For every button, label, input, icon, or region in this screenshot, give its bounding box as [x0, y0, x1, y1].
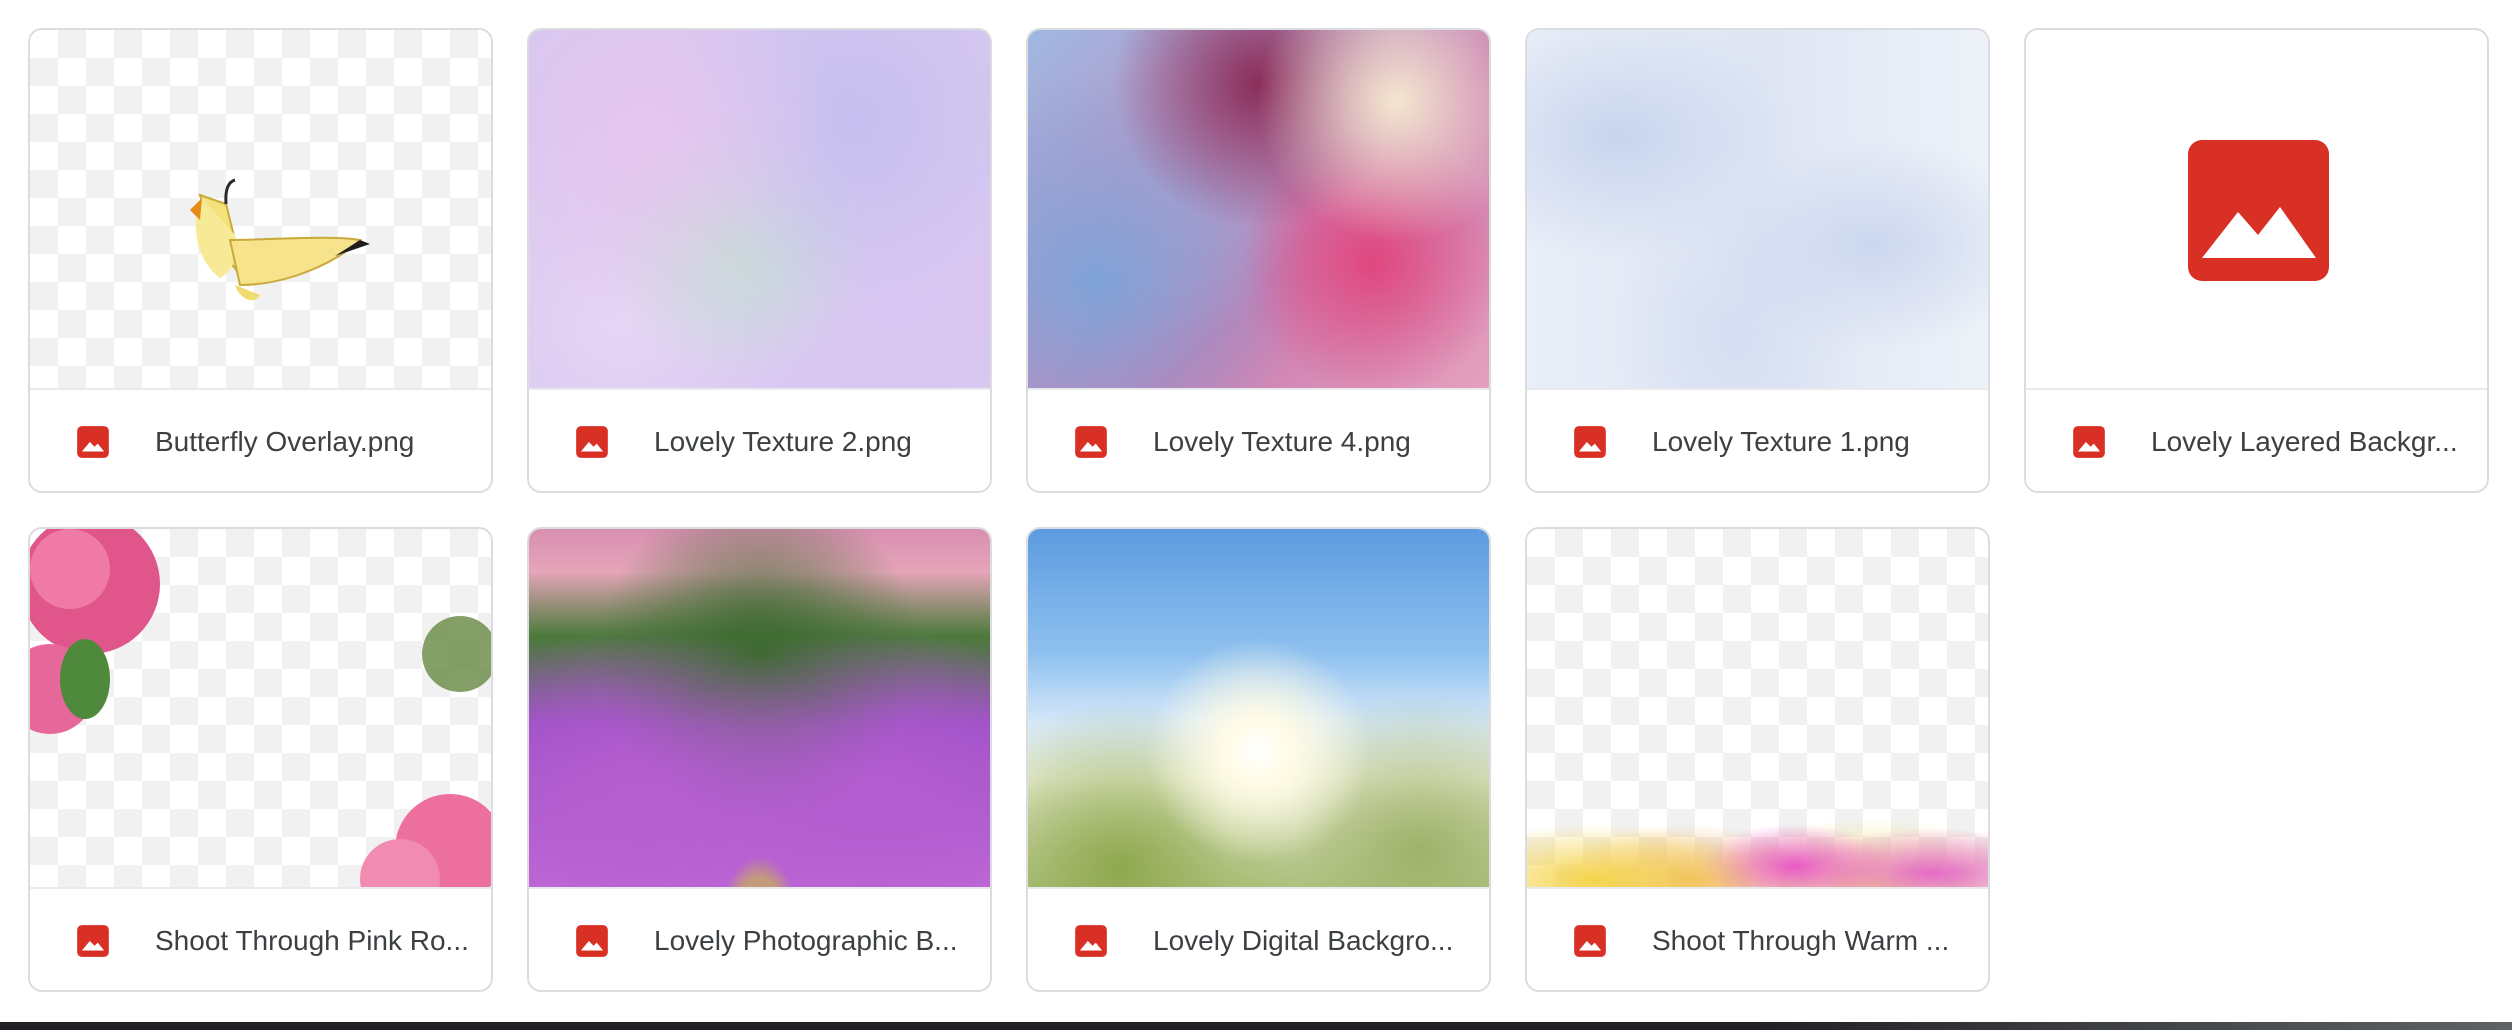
- file-card[interactable]: Lovely Texture 2.png: [527, 28, 992, 493]
- file-footer: Lovely Texture 2.png: [529, 388, 990, 491]
- file-thumbnail: [1028, 529, 1489, 887]
- file-card[interactable]: Lovely Layered Backgr...: [2024, 28, 2489, 493]
- file-thumbnail: [529, 30, 990, 388]
- image-file-icon: [2073, 426, 2105, 458]
- file-thumbnail: [1028, 30, 1489, 388]
- file-footer: Butterfly Overlay.png: [30, 388, 491, 491]
- file-footer: Lovely Texture 1.png: [1527, 388, 1988, 491]
- file-footer: Lovely Digital Backgro...: [1028, 887, 1489, 990]
- image-file-icon: [1075, 426, 1107, 458]
- file-name: Lovely Photographic B...: [654, 925, 958, 956]
- file-name: Lovely Texture 4.png: [1153, 426, 1411, 457]
- file-name: Lovely Texture 1.png: [1652, 426, 1910, 457]
- file-name: Butterfly Overlay.png: [155, 426, 415, 457]
- file-card[interactable]: Shoot Through Warm ...: [1525, 527, 1990, 992]
- file-card[interactable]: Lovely Texture 4.png: [1026, 28, 1491, 493]
- image-file-icon: [1574, 426, 1606, 458]
- file-thumbnail: [30, 529, 491, 887]
- image-file-icon: [77, 925, 109, 957]
- image-file-icon: [77, 426, 109, 458]
- image-file-icon: [576, 426, 608, 458]
- file-name: Lovely Layered Backgr...: [2151, 426, 2458, 457]
- file-footer: Shoot Through Warm ...: [1527, 887, 1988, 990]
- file-card[interactable]: Lovely Photographic B...: [527, 527, 992, 992]
- file-name: Shoot Through Warm ...: [1652, 925, 1950, 956]
- butterfly-image: [190, 178, 370, 301]
- file-thumbnail: [1527, 30, 1988, 388]
- file-footer: Shoot Through Pink Ro...: [30, 887, 491, 990]
- file-card[interactable]: Shoot Through Pink Ro...: [28, 527, 493, 992]
- pink-roses-image: [30, 529, 491, 887]
- file-card[interactable]: Lovely Texture 1.png: [1525, 28, 1990, 493]
- warm-flowers-image: [1527, 747, 1988, 887]
- file-card[interactable]: Lovely Digital Backgro...: [1026, 527, 1491, 992]
- file-name: Lovely Digital Backgro...: [1153, 925, 1454, 956]
- generic-image-icon: [2188, 140, 2329, 281]
- file-name: Lovely Texture 2.png: [654, 426, 912, 457]
- image-file-icon: [1574, 925, 1606, 957]
- file-thumbnail: [529, 529, 990, 887]
- file-grid: Butterfly Overlay.png Lovely Texture 2.p…: [0, 0, 2512, 1030]
- image-file-icon: [1075, 925, 1107, 957]
- file-footer: Lovely Layered Backgr...: [2026, 388, 2487, 491]
- file-card[interactable]: Butterfly Overlay.png: [28, 28, 493, 493]
- file-name: Shoot Through Pink Ro...: [155, 925, 469, 956]
- file-footer: Lovely Photographic B...: [529, 887, 990, 990]
- file-footer: Lovely Texture 4.png: [1028, 388, 1489, 491]
- file-thumbnail: [2026, 30, 2487, 388]
- image-file-icon: [576, 925, 608, 957]
- file-thumbnail: [1527, 529, 1988, 887]
- file-thumbnail: [30, 30, 491, 388]
- bottom-edge-bar: [0, 1022, 2512, 1030]
